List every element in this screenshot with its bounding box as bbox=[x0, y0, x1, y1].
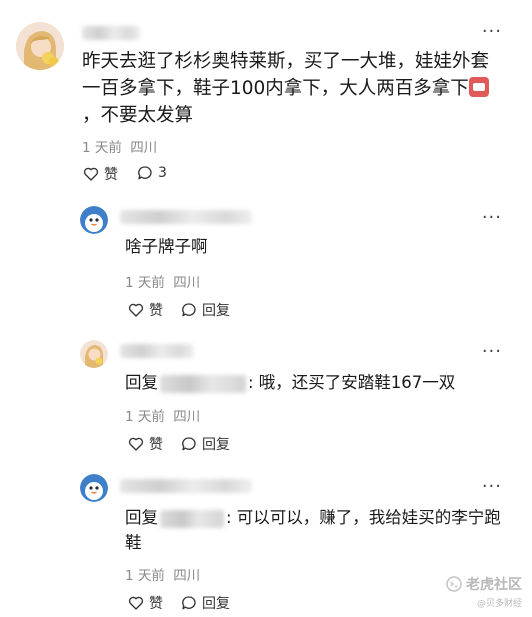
watermark-brand: 老虎社区 bbox=[466, 577, 522, 593]
more-options-button[interactable]: ··· bbox=[482, 23, 502, 41]
red-packet-emoji-icon bbox=[468, 77, 489, 97]
reply-1-reply-button[interactable]: 回复 bbox=[180, 300, 230, 320]
comment-bubble-icon bbox=[182, 303, 196, 317]
comment-text-tail: ，不要太发算 bbox=[82, 105, 194, 126]
reply-3-text: 回复: 可以可以，赚了，我给娃买的李宁跑鞋 bbox=[125, 505, 505, 555]
reply-3-target-redacted[interactable] bbox=[160, 509, 224, 528]
reply-3-like-button[interactable]: 赞 bbox=[127, 593, 163, 613]
reply-1-location: 四川 bbox=[173, 275, 201, 291]
comment-meta: 1 天前 四川 bbox=[82, 136, 157, 156]
reply-2-text: 回复 : 哦，还买了安踏鞋167一双 bbox=[125, 370, 455, 395]
tiger-logo-icon bbox=[446, 576, 462, 592]
comment-location: 四川 bbox=[130, 140, 158, 156]
avatar-girl-icon bbox=[16, 22, 64, 70]
reply-1-avatar[interactable] bbox=[80, 206, 108, 234]
reply-2-body: : 哦，还买了安踏鞋167一双 bbox=[248, 373, 456, 392]
reply-2-time: 1 天前 bbox=[125, 409, 165, 425]
watermark-sub: @贝多财经 bbox=[476, 599, 522, 609]
reply-1-reply-label: 回复 bbox=[202, 303, 230, 319]
reply-2-like-label: 赞 bbox=[149, 437, 163, 453]
reply-1-time: 1 天前 bbox=[125, 275, 165, 291]
reply-1-meta: 1 天前 四川 bbox=[125, 271, 200, 291]
reply-3-like-label: 赞 bbox=[149, 596, 163, 612]
reply-3-time: 1 天前 bbox=[125, 568, 165, 584]
reply-2-name-redacted[interactable] bbox=[120, 344, 194, 358]
reply-2-more-button[interactable]: ··· bbox=[482, 343, 502, 361]
reply-3-prefix: 回复 bbox=[125, 508, 158, 527]
reply-3-more-button[interactable]: ··· bbox=[482, 478, 502, 496]
reply-2-reply-button[interactable]: 回复 bbox=[180, 434, 230, 454]
reply-2-target-redacted[interactable] bbox=[160, 374, 246, 393]
reply-3-reply-label: 回复 bbox=[202, 596, 230, 612]
reply-2-meta: 1 天前 四川 bbox=[125, 405, 200, 425]
reply-3-reply-button[interactable]: 回复 bbox=[180, 593, 230, 613]
heart-icon bbox=[128, 303, 144, 317]
comment-time: 1 天前 bbox=[82, 140, 122, 156]
comment-like-button[interactable]: 赞 bbox=[82, 164, 118, 184]
reply-2-avatar[interactable] bbox=[80, 340, 108, 368]
comment-bubble-icon bbox=[182, 596, 196, 610]
reply-1-name-redacted[interactable] bbox=[120, 210, 252, 224]
reply-3-name-redacted[interactable] bbox=[120, 479, 252, 493]
reply-2-reply-label: 回复 bbox=[202, 437, 230, 453]
commenter-avatar[interactable] bbox=[16, 22, 64, 70]
avatar-girl-icon bbox=[80, 340, 108, 368]
avatar-bird-icon bbox=[80, 206, 108, 234]
heart-icon bbox=[83, 167, 99, 181]
commenter-name-redacted[interactable] bbox=[82, 26, 140, 40]
comment-like-label: 赞 bbox=[104, 167, 118, 183]
reply-2-location: 四川 bbox=[173, 409, 201, 425]
reply-3-meta: 1 天前 四川 bbox=[125, 564, 200, 584]
reply-1-like-label: 赞 bbox=[149, 303, 163, 319]
reply-1-more-button[interactable]: ··· bbox=[482, 209, 502, 227]
reply-3-location: 四川 bbox=[173, 568, 201, 584]
comment-text: 昨天去逛了杉杉奥特莱斯，买了一大堆，娃娃外套一百多拿下，鞋子100内拿下，大人两… bbox=[82, 48, 507, 129]
reply-3-avatar[interactable] bbox=[80, 474, 108, 502]
heart-icon bbox=[128, 437, 144, 451]
comment-bubble-icon bbox=[182, 437, 196, 451]
watermark: 老虎社区 @贝多财经 bbox=[446, 574, 522, 609]
reply-2-prefix: 回复 bbox=[125, 373, 158, 392]
comment-bubble-icon bbox=[138, 166, 152, 180]
comment-reply-count: 3 bbox=[158, 165, 167, 181]
reply-1-like-button[interactable]: 赞 bbox=[127, 300, 163, 320]
reply-1-text: 啥子牌子啊 bbox=[125, 237, 208, 256]
heart-icon bbox=[128, 596, 144, 610]
reply-2-like-button[interactable]: 赞 bbox=[127, 434, 163, 454]
avatar-bird-icon bbox=[80, 474, 108, 502]
comment-text-body: 昨天去逛了杉杉奥特莱斯，买了一大堆，娃娃外套一百多拿下，鞋子100内拿下，大人两… bbox=[82, 51, 490, 99]
comment-reply-count-button[interactable]: 3 bbox=[136, 164, 167, 182]
